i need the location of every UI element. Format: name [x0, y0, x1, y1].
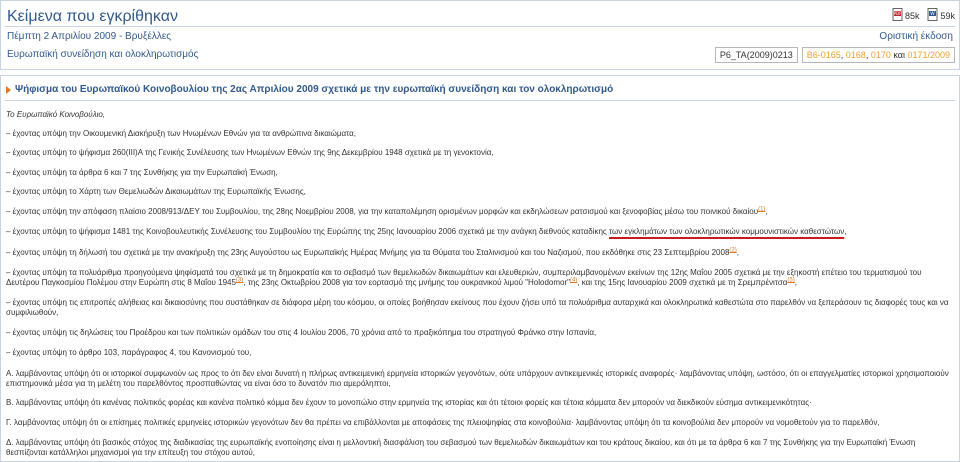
highlighted-phrase: των εγκλημάτων των ολοκληρωτικών κομμουν… [608, 227, 845, 236]
citation-end: , [844, 227, 847, 236]
pdf-icon: PDF [892, 8, 904, 21]
content-divider [5, 100, 955, 101]
reference-number: P6_TA(2009)0213 [714, 47, 798, 63]
citation-paragraph: – έχοντας υπόψη το ψήφισμα 260(III)A της… [6, 148, 494, 157]
recital-paragraph: Γ. λαμβάνοντας υπόψη ότι οι επίσημες πολ… [6, 418, 880, 427]
download-links: PDF 85k W 59k [892, 8, 955, 21]
document-references: P6_TA(2009)0213 B6-0165, 0168, 0170 και … [714, 47, 955, 63]
citation-paragraph: – έχοντας υπόψη το ψήφισμα 1481 της Κοιν… [6, 227, 956, 237]
word-download-link[interactable]: W 59k [927, 8, 955, 21]
citation-paragraph: – έχοντας υπόψη την Οικουμενική Διακήρυξ… [6, 129, 357, 138]
svg-text:W: W [931, 11, 936, 17]
word-icon: W [927, 8, 939, 21]
related-docs: B6-0165, 0168, 0170 και 0171/2009 [801, 47, 955, 63]
final-edition-label: Οριστική έκδοση [879, 31, 953, 42]
citation-text: , και της 15ης Ιανουαρίου 2009 σχετικά μ… [577, 278, 788, 287]
recital-paragraph: Δ. λαμβάνοντας υπόψη ότι βασικός στόχος … [6, 438, 916, 457]
header-divider [5, 26, 955, 27]
citation-end: , [765, 207, 768, 216]
footnote-link[interactable]: (2) [729, 247, 736, 253]
citation-text: – έχοντας υπόψη τη δήλωσή του σχετικά με… [6, 248, 730, 257]
citation-text: , της 23ης Οκτωβρίου 2008 για τον εορτασ… [243, 278, 570, 287]
citation-end: , [736, 248, 739, 257]
citation-paragraph: – έχοντας υπόψη τις επιτροπές αλήθειας κ… [6, 298, 949, 317]
citation-paragraph: – έχοντας υπόψη την απόφαση πλαίσιο 2008… [6, 206, 956, 217]
citation-end: , [794, 278, 797, 287]
doc-conjunction: και [890, 50, 908, 60]
pdf-download-link[interactable]: PDF 85k [892, 8, 920, 21]
resolution-content: Ψήφισμα του Ευρωπαϊκού Κοινοβουλίου της … [0, 75, 960, 462]
page-title: Κείμενα που εγκρίθηκαν [7, 8, 178, 25]
citation-paragraph: – έχοντας υπόψη το Χάρτη των Θεμελιωδών … [6, 187, 306, 196]
doc-link-0168[interactable]: 0168 [846, 50, 866, 60]
document-subject: Ευρωπαϊκή συνείδηση και ολοκληρωτισμός [7, 49, 199, 60]
resolution-title: Ψήφισμα του Ευρωπαϊκού Κοινοβουλίου της … [15, 84, 614, 95]
svg-text:PDF: PDF [894, 11, 902, 16]
citation-paragraph: – έχοντας υπόψη τα πολυάριθμα προηγούμεν… [6, 268, 956, 288]
citation-paragraph: – έχοντας υπόψη το άρθρο 103, παράγραφος… [6, 348, 252, 357]
intro-paragraph: Το Ευρωπαϊκό Κοινοβούλιο, [6, 110, 106, 119]
recital-paragraph: Β. λαμβάνοντας υπόψη ότι κανένας πολιτικ… [6, 398, 812, 407]
word-size: 59k [940, 11, 955, 21]
resolution-heading: Ψήφισμα του Ευρωπαϊκού Κοινοβουλίου της … [6, 84, 613, 95]
document-header: Κείμενα που εγκρίθηκαν PDF 85k W 59k Πέμ… [0, 0, 960, 70]
footnote-link[interactable]: (5) [787, 277, 794, 283]
page: Κείμενα που εγκρίθηκαν PDF 85k W 59k Πέμ… [0, 0, 960, 462]
doc-link-0170[interactable]: 0170 [871, 50, 891, 60]
citation-paragraph: – έχοντας υπόψη τις δηλώσεις του Προέδρο… [6, 328, 597, 337]
citation-paragraph: – έχοντας υπόψη τη δήλωσή του σχετικά με… [6, 247, 956, 258]
recital-paragraph: Α. λαμβάνοντας υπόψη ότι οι ιστορικοί συ… [6, 369, 949, 388]
session-date: Πέμπτη 2 Απριλίου 2009 - Βρυξέλλες [7, 31, 172, 42]
doc-link-b6-0165[interactable]: B6-0165 [807, 50, 841, 60]
arrow-right-icon [6, 85, 11, 94]
pdf-size: 85k [904, 11, 920, 21]
citation-text: – έχοντας υπόψη την απόφαση πλαίσιο 2008… [6, 207, 759, 216]
citation-paragraph: – έχοντας υπόψη τα άρθρα 6 και 7 της Συν… [6, 168, 278, 177]
citation-text: – έχοντας υπόψη το ψήφισμα 1481 της Κοιν… [6, 227, 609, 236]
doc-link-0171[interactable]: 0171/2009 [907, 50, 950, 60]
